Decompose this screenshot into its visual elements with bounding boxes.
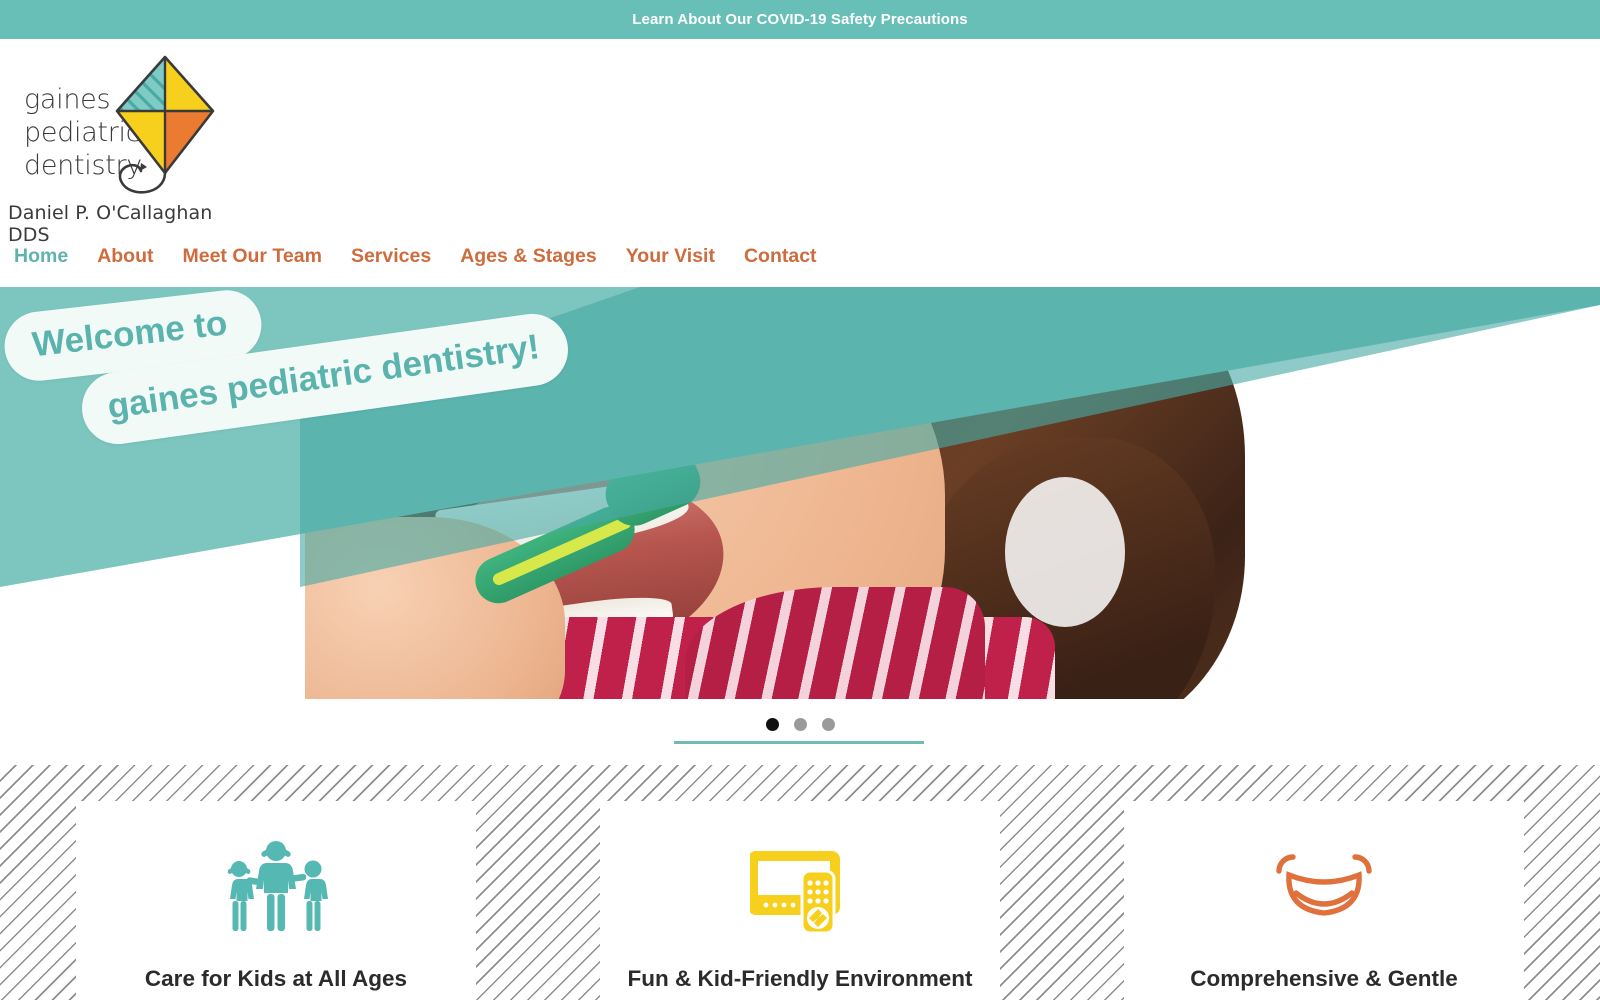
feature-card-gentle-dentistry[interactable]: Comprehensive & Gentle Dentistry <box>1124 801 1524 1000</box>
nav-item-ages-stages[interactable]: Ages & Stages <box>460 245 597 268</box>
slider-dot-3[interactable] <box>821 718 835 731</box>
features-section: Care for Kids at All Ages Fun & Kid-Frie… <box>0 765 1600 1000</box>
slider-dots <box>0 718 1600 731</box>
nav-item-home[interactable]: Home <box>14 245 68 268</box>
smile-icon <box>1142 835 1506 939</box>
features-card-list: Care for Kids at All Ages Fun & Kid-Frie… <box>0 801 1600 1000</box>
feature-card-title: Care for Kids at All Ages <box>144 966 408 991</box>
tv-remote-icon <box>618 835 982 939</box>
nav-item-services[interactable]: Services <box>351 245 431 268</box>
site-header: gaines pediatric dentistry Daniel P. O'C… <box>0 39 1600 246</box>
logo-doctor-name: Daniel P. O'Callaghan DDS <box>8 202 213 246</box>
nav-item-about[interactable]: About <box>97 245 153 268</box>
covid-announcement-link[interactable]: Learn About Our COVID-19 Safety Precauti… <box>632 11 967 28</box>
family-icon <box>94 835 458 939</box>
hero-slider: Welcome to gaines pediatric dentistry! <box>0 287 1600 705</box>
slider-controls <box>0 705 1600 765</box>
feature-card-fun-environment[interactable]: Fun & Kid-Friendly Environment <box>600 801 1000 1000</box>
feature-card-title: Comprehensive & Gentle Dentistry <box>1190 966 1458 991</box>
covid-announcement-bar: Learn About Our COVID-19 Safety Precauti… <box>0 0 1600 39</box>
nav-item-meet-our-team[interactable]: Meet Our Team <box>183 245 322 268</box>
feature-card-title: Fun & Kid-Friendly Environment <box>627 966 973 991</box>
kite-icon <box>103 49 248 199</box>
nav-item-your-visit[interactable]: Your Visit <box>626 245 715 268</box>
nav-item-contact[interactable]: Contact <box>744 245 817 268</box>
slider-dot-2[interactable] <box>793 718 807 731</box>
slider-progress-bar[interactable] <box>674 741 924 744</box>
slider-dot-1[interactable] <box>765 718 779 731</box>
site-logo[interactable]: gaines pediatric dentistry Daniel P. O'C… <box>8 45 248 246</box>
feature-card-care-for-kids[interactable]: Care for Kids at All Ages <box>76 801 476 1000</box>
